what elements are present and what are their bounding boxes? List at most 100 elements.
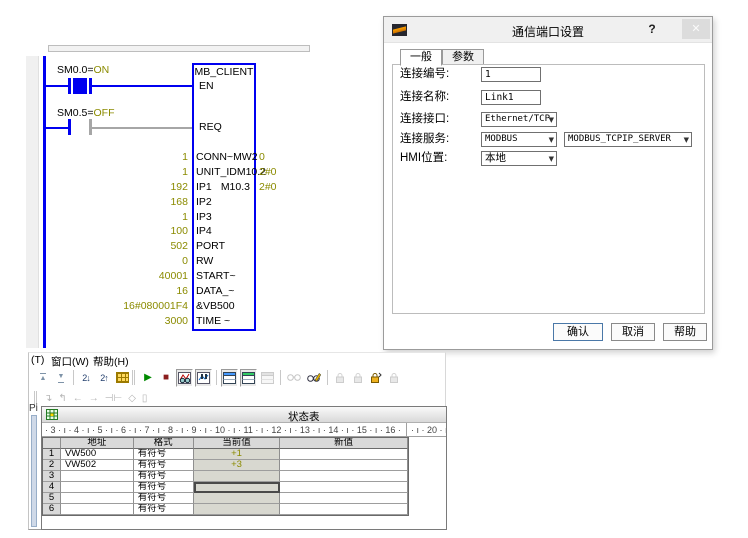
single-read-button[interactable] xyxy=(240,369,257,387)
format-cell[interactable]: 有符号 xyxy=(134,493,194,504)
address-cell[interactable] xyxy=(61,493,134,504)
current-value-cell[interactable]: +3 xyxy=(194,460,281,471)
row-number-cell[interactable]: 4 xyxy=(43,482,61,493)
confirm-button[interactable]: 确认 xyxy=(553,323,603,341)
new-value-cell[interactable] xyxy=(280,493,408,504)
ruler-scale: · 3 · ı · 4 · ı · 5 · ı · 6 · ı · 7 · ı … xyxy=(45,425,404,435)
conn-service-type-value: MODBUS_TCPIP_SERVER xyxy=(568,134,671,144)
help-button[interactable]: 帮助 xyxy=(663,323,707,341)
address-cell[interactable]: VW500 xyxy=(61,449,134,460)
multiple-read-button[interactable] xyxy=(259,369,276,387)
conn-service-label: 连接服务: xyxy=(400,132,449,147)
sort-ascending-button[interactable]: 2↓ xyxy=(78,369,94,387)
table-body: 1 VW500 有符号 +1 2 VW502 有符号 +3 xyxy=(43,449,408,515)
move-bottom-icon: ▼ xyxy=(58,373,65,383)
menu-tools-fragment[interactable]: (T) xyxy=(31,354,44,366)
wire xyxy=(92,85,192,87)
address-cell[interactable] xyxy=(61,482,134,493)
row-number-cell[interactable]: 6 xyxy=(43,504,61,515)
wire xyxy=(46,85,68,87)
pin-input-value: 1 xyxy=(98,210,188,225)
chart-status-button[interactable] xyxy=(221,369,238,387)
current-value-cell[interactable] xyxy=(194,493,281,504)
row-number-cell[interactable]: 1 xyxy=(43,449,61,460)
pin-name: PORT xyxy=(196,239,225,254)
address-cell[interactable]: VW502 xyxy=(61,460,134,471)
address-cell[interactable] xyxy=(61,504,134,515)
block-pin-row: 1 UNIT_ID M10.2 2#0 xyxy=(98,165,298,180)
help-icon[interactable]: ? xyxy=(644,22,660,36)
pin-input-value: 502 xyxy=(98,239,188,254)
unforce-button[interactable] xyxy=(350,369,366,387)
hmi-position-label: HMI位置: xyxy=(400,151,447,166)
header-current-value[interactable]: 当前值 xyxy=(194,438,281,449)
force-button[interactable] xyxy=(332,369,348,387)
pin-name: CONN~ xyxy=(196,150,233,165)
conn-number-input[interactable]: 1 xyxy=(481,67,541,82)
status-chart-window: 状态表 · 3 · ı · 4 · ı · 5 · ı · 6 · ı · 7 … xyxy=(41,406,447,530)
new-value-cell[interactable] xyxy=(280,504,408,515)
row-number-cell[interactable]: 5 xyxy=(43,493,61,504)
new-value-cell[interactable] xyxy=(280,449,408,460)
conn-interface-select[interactable]: Ethernet/TCP▼ xyxy=(481,112,557,127)
pin-output-operand: MW2 xyxy=(233,150,258,165)
vertical-scrollbar[interactable] xyxy=(31,415,37,527)
hmi-position-select[interactable]: 本地▼ xyxy=(481,151,557,166)
new-value-cell[interactable] xyxy=(280,471,408,482)
tab-general[interactable]: 一般 xyxy=(400,49,442,66)
header-format[interactable]: 格式 xyxy=(134,438,194,449)
write-values-button[interactable] xyxy=(305,369,323,387)
format-cell[interactable]: 有符号 xyxy=(134,504,194,515)
conn-service-type-select[interactable]: MODBUS_TCPIP_SERVER▼ xyxy=(564,132,692,147)
cancel-button[interactable]: 取消 xyxy=(611,323,655,341)
move-to-bottom-button[interactable]: ▼ xyxy=(53,369,69,387)
pin-name: UNIT_ID xyxy=(196,165,237,180)
close-icon[interactable]: ✕ xyxy=(682,19,710,39)
current-value-cell[interactable]: +1 xyxy=(194,449,281,460)
conn-service-select[interactable]: MODBUS▼ xyxy=(481,132,557,147)
power-rail xyxy=(43,56,46,348)
row-number-cell[interactable]: 3 xyxy=(43,471,61,482)
format-cell[interactable]: 有符号 xyxy=(134,471,194,482)
header-new-value[interactable]: 新值 xyxy=(280,438,408,449)
block-pin-row: 502 PORT xyxy=(98,239,298,254)
new-value-cell[interactable] xyxy=(280,460,408,471)
stop-button[interactable]: ■ xyxy=(158,369,174,387)
pin-input-value: 16 xyxy=(98,284,188,299)
row-number-cell[interactable]: 2 xyxy=(43,460,61,471)
address-cell[interactable] xyxy=(61,471,134,482)
pin-req: REQ xyxy=(199,121,222,133)
block-pin-row: 168 IP2 xyxy=(98,195,298,210)
run-button[interactable]: ▶ xyxy=(140,369,156,387)
pin-name: START~ xyxy=(196,269,236,284)
new-value-cell[interactable] xyxy=(280,482,408,493)
lock-icon xyxy=(389,372,399,384)
table-row: 4 有符号 xyxy=(43,482,408,493)
pin-name: IP4 xyxy=(196,224,212,239)
sort-descending-button[interactable]: 2↑ xyxy=(96,369,112,387)
contact-energized-sm00[interactable] xyxy=(73,78,87,94)
format-cell[interactable]: 有符号 xyxy=(134,449,194,460)
dialog-titlebar: 通信端口设置 ? ✕ xyxy=(384,17,712,43)
contact-bar[interactable] xyxy=(68,119,71,135)
run-icon: ▶ xyxy=(144,372,152,383)
monitor-button[interactable] xyxy=(285,369,303,387)
format-cell[interactable]: 有符号 xyxy=(134,460,194,471)
unforce-all-button[interactable] xyxy=(368,369,384,387)
current-value-cell[interactable] xyxy=(194,471,281,482)
disabled-edit-icon: ◇ xyxy=(128,393,136,404)
conn-name-input[interactable]: Link1 xyxy=(481,90,541,105)
edit-toolbar-disabled: ↴ ↰ ← → ⊣⊢ ◇ ▯ xyxy=(34,390,150,406)
trend-pause-button[interactable] xyxy=(195,369,212,387)
current-value-cell[interactable] xyxy=(194,504,281,515)
pin-names: RW xyxy=(194,254,252,269)
paste-table-button[interactable] xyxy=(114,369,131,387)
tab-parameters[interactable]: 参数 xyxy=(442,49,484,65)
header-address[interactable]: 地址 xyxy=(61,438,134,449)
trend-view-button[interactable] xyxy=(176,369,193,387)
read-forced-button[interactable] xyxy=(386,369,402,387)
operand-text: SM0.0= xyxy=(57,64,93,76)
format-cell[interactable]: 有符号 xyxy=(134,482,194,493)
current-value-cell[interactable] xyxy=(194,482,281,493)
move-to-top-button[interactable]: ▲ xyxy=(35,369,51,387)
